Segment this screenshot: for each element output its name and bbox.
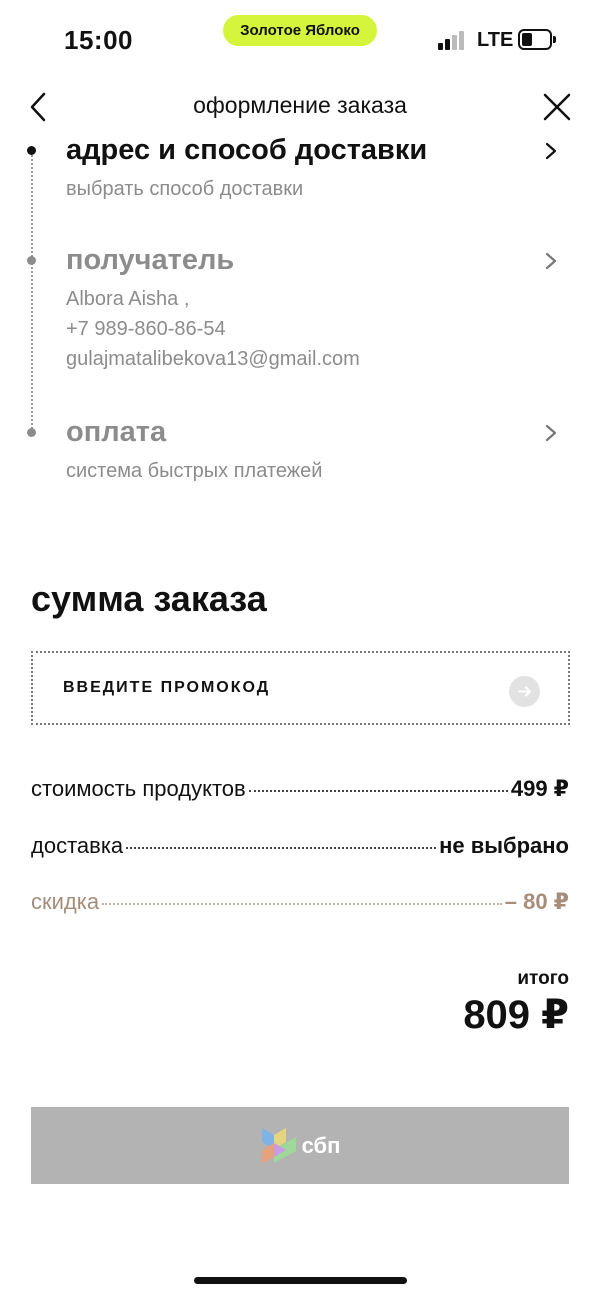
home-indicator[interactable] bbox=[194, 1277, 407, 1284]
step-dot bbox=[27, 146, 36, 155]
row-label: скидка bbox=[31, 889, 100, 914]
arrow-right-icon bbox=[518, 686, 531, 697]
discount-row: скидка – 80 ₽ bbox=[31, 889, 569, 915]
step-dot bbox=[27, 256, 36, 265]
row-value: 499 ₽ bbox=[510, 776, 569, 801]
summary-title: сумма заказа bbox=[31, 578, 267, 619]
step-title: оплата bbox=[66, 416, 167, 448]
page-title: оформление заказа bbox=[193, 92, 407, 118]
status-time: 15:00 bbox=[64, 25, 133, 55]
steps-timeline bbox=[31, 150, 33, 433]
row-value: – 80 ₽ bbox=[504, 889, 569, 914]
step-title: адрес и способ доставки bbox=[66, 134, 428, 166]
pay-button-label: сбп bbox=[301, 1132, 341, 1158]
total-label: итого bbox=[517, 968, 569, 989]
step-title: получатель bbox=[66, 244, 235, 276]
promo-code-input[interactable]: ВВЕДИТЕ ПРОМОКОД bbox=[31, 651, 570, 725]
sbp-logo-icon bbox=[261, 1127, 296, 1164]
app-name-pill[interactable]: Золотое Яблоко bbox=[223, 15, 377, 46]
chevron-right-icon bbox=[545, 142, 557, 160]
step-subtitle: выбрать способ доставки bbox=[66, 178, 304, 200]
step-payment[interactable]: оплата система быстрых платежей bbox=[66, 415, 576, 486]
delivery-row: доставка не выбрано bbox=[31, 833, 569, 859]
close-button[interactable] bbox=[538, 88, 578, 128]
step-dot bbox=[27, 428, 36, 437]
step-recipient[interactable]: получатель Albora Aisha , +7 989-860-86-… bbox=[66, 243, 576, 374]
pay-sbp-button[interactable]: сбп bbox=[31, 1107, 569, 1184]
battery-icon bbox=[518, 29, 556, 50]
apply-promo-button[interactable] bbox=[509, 676, 540, 707]
network-type: LTE bbox=[477, 29, 514, 51]
row-label: доставка bbox=[31, 833, 124, 858]
step-subtitle: система быстрых платежей bbox=[66, 460, 323, 482]
row-dots bbox=[126, 847, 437, 849]
chevron-right-icon bbox=[545, 424, 557, 442]
products-cost-row: стоимость продуктов 499 ₽ bbox=[31, 776, 569, 802]
row-dots bbox=[102, 903, 502, 905]
recipient-name: Albora Aisha , bbox=[66, 288, 190, 310]
total-value: 809 ₽ bbox=[463, 993, 569, 1037]
row-value: не выбрано bbox=[439, 833, 569, 858]
step-delivery[interactable]: адрес и способ доставки выбрать способ д… bbox=[66, 133, 576, 204]
close-icon bbox=[543, 93, 571, 121]
chevron-right-icon bbox=[545, 252, 557, 270]
signal-icon bbox=[438, 30, 468, 50]
recipient-email: gulajmatalibekova13@gmail.com bbox=[66, 348, 360, 370]
row-label: стоимость продуктов bbox=[31, 776, 246, 801]
promo-placeholder: ВВЕДИТЕ ПРОМОКОД bbox=[63, 679, 271, 696]
recipient-phone: +7 989-860-86-54 bbox=[66, 318, 226, 340]
row-dots bbox=[248, 790, 508, 792]
